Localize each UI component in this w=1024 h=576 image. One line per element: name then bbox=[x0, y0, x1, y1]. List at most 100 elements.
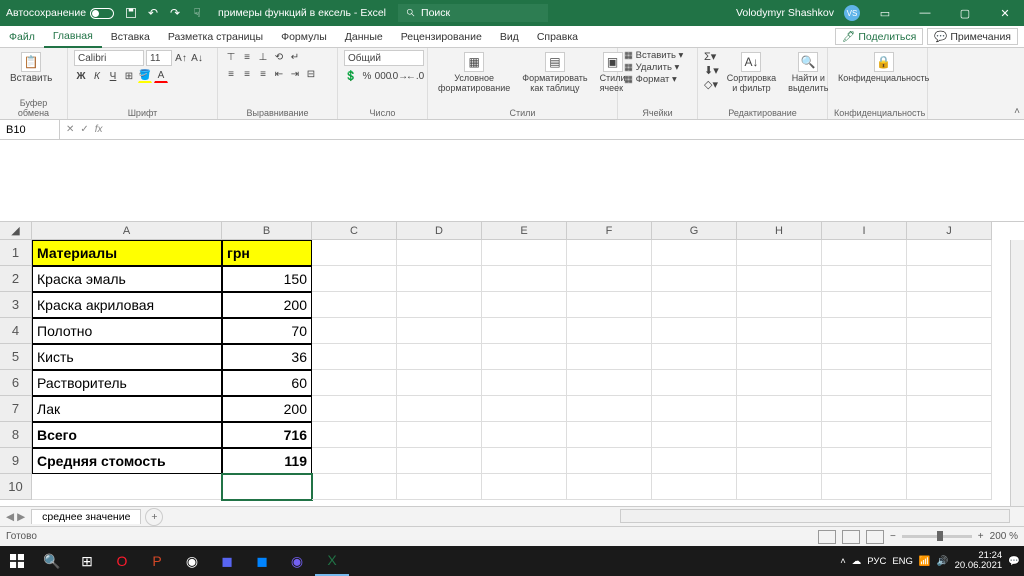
cell[interactable] bbox=[397, 396, 482, 422]
cell[interactable] bbox=[397, 448, 482, 474]
align-top-icon[interactable]: ⊤ bbox=[224, 50, 238, 64]
col-header[interactable]: G bbox=[652, 222, 737, 240]
bold-icon[interactable]: Ж bbox=[74, 69, 88, 83]
cell[interactable] bbox=[567, 344, 652, 370]
align-right-icon[interactable]: ≡ bbox=[256, 67, 270, 81]
cell[interactable]: 119 bbox=[222, 448, 312, 474]
accept-formula-icon[interactable]: ✓ bbox=[80, 124, 88, 135]
minimize-icon[interactable]: — bbox=[910, 0, 940, 26]
cell[interactable] bbox=[567, 318, 652, 344]
cell[interactable] bbox=[652, 344, 737, 370]
cell[interactable] bbox=[312, 344, 397, 370]
cell[interactable] bbox=[397, 318, 482, 344]
cell[interactable] bbox=[567, 370, 652, 396]
paste-button[interactable]: 📋Вставить bbox=[6, 50, 56, 86]
cell-selected[interactable] bbox=[222, 474, 312, 500]
cell[interactable] bbox=[907, 422, 992, 448]
maximize-icon[interactable]: ▢ bbox=[950, 0, 980, 26]
taskbar-viber-icon[interactable]: ◉ bbox=[280, 546, 314, 576]
cell[interactable]: Краска акриловая bbox=[32, 292, 222, 318]
cell[interactable] bbox=[397, 344, 482, 370]
fill-color-icon[interactable]: 🪣 bbox=[138, 69, 152, 83]
cell[interactable] bbox=[482, 344, 567, 370]
redo-icon[interactable]: ↷ bbox=[168, 6, 182, 20]
cell[interactable] bbox=[822, 292, 907, 318]
orientation-icon[interactable]: ⟲ bbox=[272, 50, 286, 64]
search-input[interactable]: Поиск bbox=[398, 4, 548, 22]
sheet-tab[interactable]: среднее значение bbox=[31, 509, 141, 524]
wrap-text-icon[interactable]: ↵ bbox=[288, 50, 302, 64]
cell[interactable] bbox=[907, 370, 992, 396]
format-cells-button[interactable]: ▦ Формат ▾ bbox=[624, 74, 677, 85]
find-select-button[interactable]: 🔍Найти и выделить bbox=[784, 50, 832, 95]
select-all-corner[interactable]: ◢ bbox=[0, 222, 32, 240]
cell[interactable] bbox=[907, 448, 992, 474]
taskbar-opera-icon[interactable]: O bbox=[105, 546, 139, 576]
border-icon[interactable]: ⊞ bbox=[122, 69, 136, 83]
conditional-format-button[interactable]: ▦Условное форматирование bbox=[434, 50, 514, 95]
cell[interactable] bbox=[482, 318, 567, 344]
menu-insert[interactable]: Вставка bbox=[102, 26, 159, 48]
cell[interactable] bbox=[737, 474, 822, 500]
cell[interactable]: 60 bbox=[222, 370, 312, 396]
taskbar-app-icon[interactable]: ◼ bbox=[245, 546, 279, 576]
cell[interactable] bbox=[737, 344, 822, 370]
clear-icon[interactable]: ◇▾ bbox=[704, 78, 719, 91]
cell[interactable] bbox=[397, 266, 482, 292]
col-header[interactable]: J bbox=[907, 222, 992, 240]
ribbon-options-icon[interactable]: ▭ bbox=[870, 0, 900, 26]
fx-icon[interactable]: fx bbox=[95, 124, 103, 135]
cell[interactable] bbox=[397, 370, 482, 396]
increase-font-icon[interactable]: A↑ bbox=[174, 51, 188, 65]
cell[interactable]: Лак bbox=[32, 396, 222, 422]
cell[interactable] bbox=[567, 422, 652, 448]
fill-icon[interactable]: ⬇▾ bbox=[704, 64, 719, 77]
cell[interactable]: 200 bbox=[222, 396, 312, 422]
menu-layout[interactable]: Разметка страницы bbox=[159, 26, 272, 48]
col-header[interactable]: E bbox=[482, 222, 567, 240]
page-layout-view-icon[interactable] bbox=[842, 530, 860, 544]
col-header[interactable]: A bbox=[32, 222, 222, 240]
cell[interactable] bbox=[652, 370, 737, 396]
cell[interactable]: Всего bbox=[32, 422, 222, 448]
language-indicator[interactable]: РУС bbox=[867, 556, 886, 567]
tab-nav-next-icon[interactable]: ▶ bbox=[17, 511, 25, 523]
cell[interactable] bbox=[737, 396, 822, 422]
inc-decimal-icon[interactable]: .0→ bbox=[392, 69, 406, 83]
merge-icon[interactable]: ⊟ bbox=[304, 67, 318, 81]
col-header[interactable]: B bbox=[222, 222, 312, 240]
autosum-icon[interactable]: Σ▾ bbox=[704, 50, 719, 63]
row-header[interactable]: 6 bbox=[0, 370, 32, 396]
cell[interactable] bbox=[312, 370, 397, 396]
cell[interactable] bbox=[822, 370, 907, 396]
cell[interactable] bbox=[907, 344, 992, 370]
cell[interactable] bbox=[737, 370, 822, 396]
row-header[interactable]: 7 bbox=[0, 396, 32, 422]
cell[interactable] bbox=[482, 370, 567, 396]
collapse-ribbon-icon[interactable]: ˄ bbox=[1014, 106, 1020, 117]
cell[interactable] bbox=[312, 422, 397, 448]
cell[interactable] bbox=[567, 448, 652, 474]
cell[interactable]: 36 bbox=[222, 344, 312, 370]
row-header[interactable]: 4 bbox=[0, 318, 32, 344]
search-icon[interactable]: 🔍 bbox=[35, 546, 69, 576]
add-sheet-button[interactable]: + bbox=[145, 508, 163, 526]
close-icon[interactable]: ✕ bbox=[990, 0, 1020, 26]
clock[interactable]: 21:2420.06.2021 bbox=[955, 551, 1003, 572]
align-left-icon[interactable]: ≡ bbox=[224, 67, 238, 81]
share-button[interactable]: 🖊Поделиться bbox=[835, 28, 923, 45]
align-middle-icon[interactable]: ≡ bbox=[240, 50, 254, 64]
name-box[interactable]: B10 bbox=[0, 120, 60, 140]
task-view-icon[interactable]: ⊞ bbox=[70, 546, 104, 576]
delete-cells-button[interactable]: ▦ Удалить ▾ bbox=[624, 62, 679, 73]
cancel-formula-icon[interactable]: ✕ bbox=[66, 124, 74, 135]
indent-inc-icon[interactable]: ⇥ bbox=[288, 67, 302, 81]
row-header[interactable]: 5 bbox=[0, 344, 32, 370]
col-header[interactable]: H bbox=[737, 222, 822, 240]
align-bottom-icon[interactable]: ⊥ bbox=[256, 50, 270, 64]
cell[interactable] bbox=[652, 422, 737, 448]
decrease-font-icon[interactable]: A↓ bbox=[190, 51, 204, 65]
dec-decimal-icon[interactable]: ←.0 bbox=[408, 69, 422, 83]
zoom-level[interactable]: 200 % bbox=[990, 531, 1018, 542]
cell[interactable] bbox=[652, 318, 737, 344]
